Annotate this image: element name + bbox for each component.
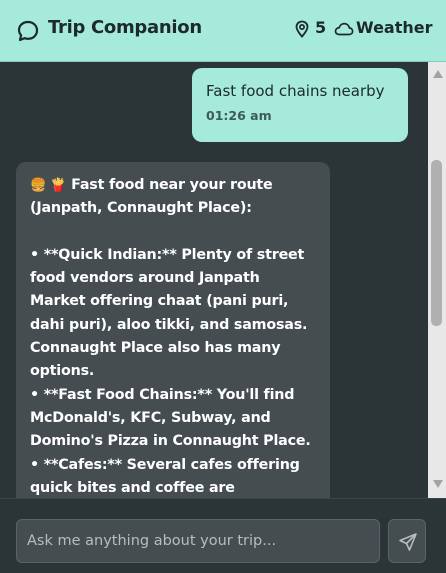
scroll-down-arrow-icon[interactable] xyxy=(433,480,443,488)
chat-area[interactable]: Fast food chains nearby 01:26 am 🍔 🍟 Fas… xyxy=(0,62,428,498)
chat-scrollbar[interactable] xyxy=(428,62,446,498)
assistant-message-bubble: 🍔 🍟 Fast food near your route (Janpath, … xyxy=(16,162,330,498)
assistant-message-blank-line xyxy=(30,221,316,244)
food-emoji-icons: 🍔 🍟 xyxy=(30,178,67,193)
assistant-message-line: food vendors around Janpath xyxy=(30,270,260,287)
user-message-bubble: Fast food chains nearby 01:26 am xyxy=(192,68,408,142)
assistant-message-line: • **Quick Indian:** Plenty of street xyxy=(30,246,305,263)
chat-input[interactable] xyxy=(16,519,380,563)
cloud-icon[interactable] xyxy=(334,22,354,36)
app-header: Trip Companion 5 Weather xyxy=(0,0,446,62)
app-title: Trip Companion xyxy=(48,17,202,38)
location-count[interactable]: 5 xyxy=(315,18,326,37)
assistant-message-line: 🍔 🍟 Fast food near your route xyxy=(30,177,273,193)
assistant-message-line: dahi puri), aloo tikki, and samosas. xyxy=(30,316,308,333)
assistant-message-line: • **Cafes:** Several cafes offering xyxy=(30,456,300,473)
chat-bubble-icon xyxy=(17,20,39,42)
user-message-text: Fast food chains nearby xyxy=(206,82,385,100)
assistant-message-line: Connaught Place also has many xyxy=(30,340,281,357)
scrollbar-thumb[interactable] xyxy=(431,160,442,326)
map-pin-icon[interactable] xyxy=(294,20,310,38)
assistant-message-line: Domino's Pizza in Connaught Place. xyxy=(30,433,311,450)
message-timestamp: 01:26 am xyxy=(206,108,272,123)
assistant-message-line: (Janpath, Connaught Place): xyxy=(30,200,252,217)
assistant-message-line: options. xyxy=(30,363,95,380)
assistant-message-line: Market offering chaat (pani puri, xyxy=(30,293,289,310)
assistant-message-line: McDonald's, KFC, Subway, and xyxy=(30,409,271,426)
send-icon xyxy=(399,533,417,551)
scroll-up-arrow-icon[interactable] xyxy=(433,70,443,78)
assistant-message-line: • **Fast Food Chains:** You'll find xyxy=(30,386,295,403)
send-button[interactable] xyxy=(388,519,426,563)
assistant-message-line: quick bites and coffee are xyxy=(30,479,235,496)
weather-button[interactable]: Weather xyxy=(356,18,433,37)
composer-bar xyxy=(0,498,446,573)
